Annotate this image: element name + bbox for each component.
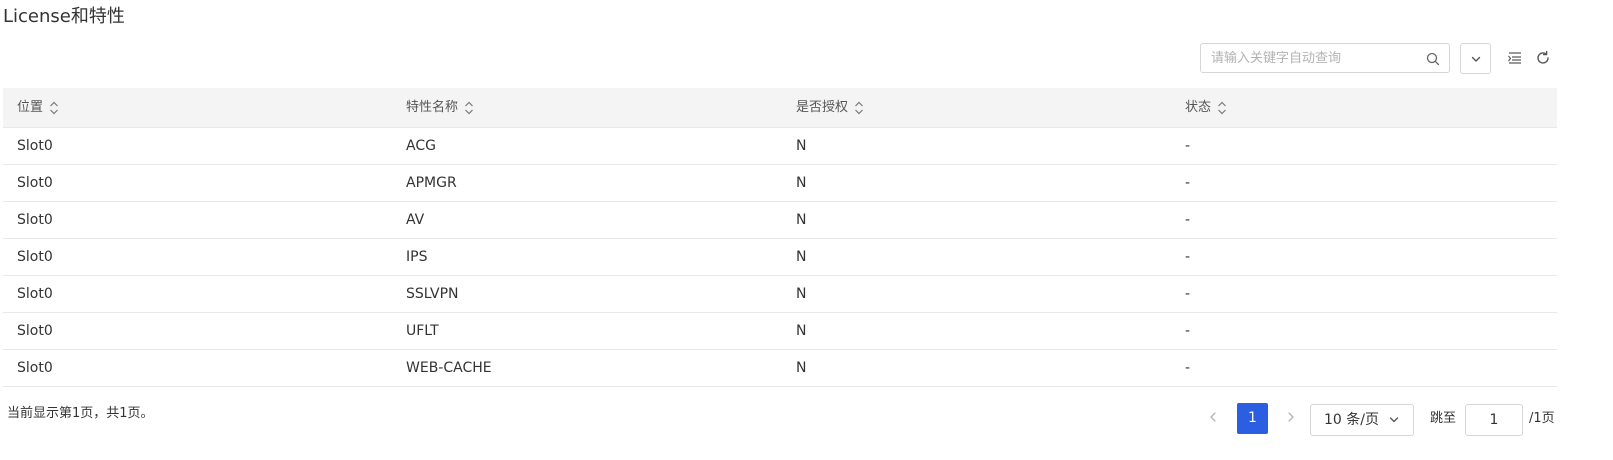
table-header: 位置 特性名称 是否授权 状态 [3,88,1557,128]
table-row[interactable]: Slot0 SSLVPN N - [3,276,1557,313]
cell-feature-name: WEB-CACHE [406,360,492,376]
cell-status: - [1185,286,1191,302]
page-size-select[interactable]: 10 条/页 [1310,404,1414,436]
sort-icon[interactable] [854,101,864,115]
cell-authorized: N [796,212,807,228]
page-title: License和特性 [3,6,125,27]
column-settings-icon[interactable] [1507,50,1523,66]
page-size-value: 10 条/页 [1324,412,1379,428]
sort-icon[interactable] [464,101,474,115]
table-row[interactable]: Slot0 IPS N - [3,239,1557,276]
cell-status: - [1185,323,1191,339]
cell-location: Slot0 [17,138,53,154]
table-row[interactable]: Slot0 APMGR N - [3,165,1557,202]
column-header-feature-name[interactable]: 特性名称 [406,88,474,127]
total-pages: /1页 [1529,411,1555,426]
column-header-status[interactable]: 状态 [1185,88,1227,127]
cell-status: - [1185,360,1191,376]
cell-status: - [1185,212,1191,228]
cell-feature-name: IPS [406,249,428,265]
sort-icon[interactable] [49,101,59,115]
pagination-info: 当前显示第1页，共1页。 [7,406,154,421]
cell-location: Slot0 [17,323,53,339]
cell-location: Slot0 [17,212,53,228]
advanced-filter-button[interactable] [1460,43,1491,74]
table-row[interactable]: Slot0 UFLT N - [3,313,1557,350]
cell-authorized: N [796,175,807,191]
chevron-right-icon[interactable] [1285,408,1297,426]
search-icon[interactable] [1425,51,1441,67]
table-row[interactable]: Slot0 AV N - [3,202,1557,239]
cell-feature-name: SSLVPN [406,286,459,302]
cell-location: Slot0 [17,249,53,265]
cell-feature-name: APMGR [406,175,457,191]
refresh-icon[interactable] [1535,50,1551,66]
sort-icon[interactable] [1217,101,1227,115]
table-row[interactable]: Slot0 WEB-CACHE N - [3,350,1557,387]
search-box[interactable] [1200,43,1450,73]
cell-feature-name: UFLT [406,323,439,339]
jump-page-input[interactable] [1465,404,1523,436]
table-row[interactable]: Slot0 ACG N - [3,128,1557,165]
license-feature-table: 位置 特性名称 是否授权 状态 Slot0 ACG N - Slot0 APMG… [3,88,1557,387]
cell-authorized: N [796,360,807,376]
cell-authorized: N [796,249,807,265]
chevron-down-icon [1389,417,1399,423]
cell-status: - [1185,175,1191,191]
chevron-down-icon [1471,56,1480,62]
column-header-authorized[interactable]: 是否授权 [796,88,864,127]
cell-feature-name: ACG [406,138,436,154]
search-input[interactable] [1211,48,1416,68]
chevron-left-icon[interactable] [1207,408,1219,426]
cell-authorized: N [796,138,807,154]
column-header-location[interactable]: 位置 [17,88,59,127]
cell-feature-name: AV [406,212,425,228]
cell-authorized: N [796,286,807,302]
jump-label: 跳至 [1430,411,1457,426]
cell-location: Slot0 [17,286,53,302]
cell-status: - [1185,138,1191,154]
cell-status: - [1185,249,1191,265]
cell-authorized: N [796,323,807,339]
cell-location: Slot0 [17,175,53,191]
cell-location: Slot0 [17,360,53,376]
page-button-current[interactable]: 1 [1237,403,1268,434]
